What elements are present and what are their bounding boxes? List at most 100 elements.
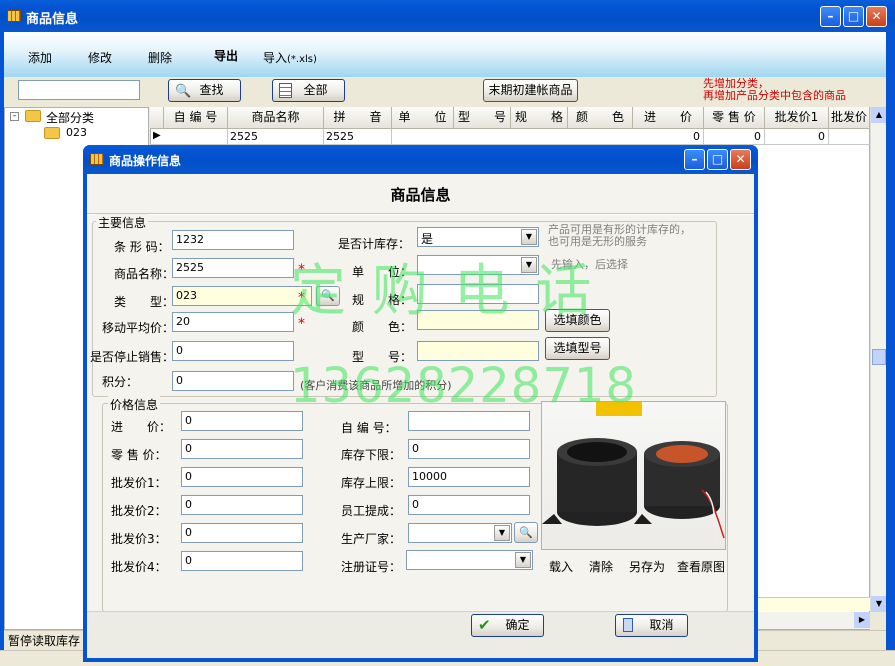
code-field[interactable]	[408, 411, 530, 431]
watermark-line1: 定 购 电 话	[290, 259, 596, 324]
app-grid-icon	[7, 10, 21, 22]
dialog-maximize-button[interactable]: □	[707, 149, 728, 170]
speaker-photo	[542, 402, 725, 545]
grid-cell[interactable]: 2525	[228, 129, 324, 145]
vertical-scrollbar[interactable]: ▲ ▼	[870, 107, 887, 612]
tree-child-label[interactable]: 023	[66, 126, 87, 139]
view-original-link[interactable]: 查看原图	[677, 558, 725, 575]
import-ext: (*.xls)	[287, 54, 317, 65]
purchase-price-label: 进 价：	[111, 420, 172, 434]
wholesale1-field[interactable]: 0	[181, 467, 303, 487]
cancel-button[interactable]: 取消	[615, 614, 688, 637]
grid-header[interactable]: 批发价1	[765, 107, 829, 129]
import-button[interactable]: 导入(*.xls)	[263, 49, 317, 66]
dialog-close-button[interactable]: ✕	[730, 149, 751, 170]
grid-header[interactable]: 单 位	[392, 107, 454, 129]
wholesale3-field[interactable]: 0	[181, 523, 303, 543]
grid-header[interactable]: 零 售 价	[704, 107, 765, 129]
grid-footer-row	[755, 597, 870, 611]
grid-header[interactable]: 批发价	[829, 107, 870, 129]
grid-header[interactable]: 型 号	[454, 107, 511, 129]
name-field[interactable]: 2525	[172, 258, 294, 278]
watermark-line2: 13628228718	[290, 358, 637, 414]
export-button[interactable]: 导出	[214, 47, 238, 64]
folder-icon	[25, 110, 41, 122]
find-button[interactable]: 🔍 查找	[168, 79, 241, 102]
horizontal-scrollbar[interactable]: ▶	[755, 612, 870, 629]
wholesale4-field[interactable]: 0	[181, 551, 303, 571]
code-label: 自 编 号：	[341, 421, 397, 435]
grid-header[interactable]: 规 格	[511, 107, 568, 129]
edit-button[interactable]: 修改	[88, 49, 112, 66]
scroll-right-icon[interactable]: ▶	[854, 612, 870, 628]
tree-expander[interactable]: -	[10, 112, 19, 121]
stock-min-label: 库存下限：	[341, 448, 402, 462]
chevron-down-icon[interactable]: ▼	[515, 552, 531, 568]
commission-field[interactable]: 0	[408, 495, 530, 515]
category-hint-line2: 再增加产品分类中包含的商品	[703, 89, 846, 102]
wholesale2-label: 批发价2：	[111, 504, 167, 518]
main-info-title: 主要信息	[96, 214, 149, 231]
dialog-minimize-button[interactable]: –	[684, 149, 705, 170]
grid-header[interactable]: 拼 音	[324, 107, 392, 129]
dialog-divider	[87, 213, 754, 215]
add-button[interactable]: 添加	[28, 49, 52, 66]
dialog-grid-icon	[90, 153, 104, 165]
main-titlebar: 商品信息 – □ ✕	[0, 0, 895, 32]
maximize-button[interactable]: □	[843, 6, 864, 27]
search-input[interactable]	[18, 80, 140, 100]
retail-price-field[interactable]: 0	[181, 439, 303, 459]
scroll-up-icon[interactable]: ▲	[871, 107, 887, 123]
stock-min-field[interactable]: 0	[408, 439, 530, 459]
registration-label: 注册证号：	[341, 560, 402, 574]
stop-sale-field[interactable]: 0	[172, 341, 294, 361]
wholesale1-label: 批发价1：	[111, 476, 167, 490]
magnifier-plus-icon: 🔍	[519, 526, 533, 539]
grid-header[interactable]: 自 编 号	[164, 107, 228, 129]
grid-cell[interactable]: 0	[633, 129, 704, 145]
stock-max-field[interactable]: 10000	[408, 467, 530, 487]
product-image[interactable]	[541, 401, 726, 550]
grid-header[interactable]: 颜 色	[568, 107, 633, 129]
chevron-down-icon[interactable]: ▼	[521, 229, 537, 245]
dialog-titlebar: 商品操作信息 – □ ✕	[83, 145, 758, 174]
all-button[interactable]: 全部	[272, 79, 345, 102]
uninitialized-goods-button[interactable]: 末期初建帐商品	[483, 79, 578, 102]
commission-label: 员工提成：	[341, 504, 402, 518]
choose-model-button[interactable]: 选填型号	[545, 337, 610, 360]
category-hint: 先增加分类， 再增加产品分类中包含的商品	[703, 78, 846, 102]
purchase-price-field[interactable]: 0	[181, 411, 303, 431]
scroll-thumb[interactable]	[872, 349, 886, 365]
name-label: 商品名称：	[114, 267, 175, 281]
minimize-button[interactable]: –	[820, 6, 841, 27]
clear-image-link[interactable]: 清除	[589, 558, 613, 575]
tree-root-label[interactable]: 全部分类	[46, 109, 94, 126]
all-label: 全部	[303, 83, 328, 97]
chevron-down-icon[interactable]: ▼	[494, 525, 510, 541]
grid-cell[interactable]: 0	[704, 129, 765, 145]
folder-icon	[44, 127, 60, 139]
grid-cell[interactable]	[164, 129, 228, 145]
maker-select[interactable]: ▼	[408, 523, 512, 543]
scroll-down-icon[interactable]: ▼	[871, 596, 887, 612]
grid-cell[interactable]: 0	[765, 129, 829, 145]
stop-sale-label: 是否停止销售：	[90, 350, 175, 364]
dialog-heading: 商品信息	[390, 186, 451, 204]
ok-button[interactable]: ✔ 确定	[471, 614, 544, 637]
wholesale2-field[interactable]: 0	[181, 495, 303, 515]
points-field[interactable]: 0	[172, 371, 294, 391]
maker-lookup-button[interactable]: 🔍	[514, 522, 538, 543]
close-button[interactable]: ✕	[866, 6, 887, 27]
save-image-link[interactable]: 另存为	[629, 558, 665, 575]
load-image-link[interactable]: 载入	[549, 558, 573, 575]
grid-header[interactable]: 进 价	[633, 107, 704, 129]
barcode-field[interactable]: 1232	[172, 230, 294, 250]
status-text: 暂停读取库存	[8, 634, 81, 648]
registration-select[interactable]: ▼	[406, 550, 533, 570]
grid-cell[interactable]: 2525	[324, 129, 392, 145]
avg-price-field[interactable]: 20	[172, 312, 294, 332]
grid-header[interactable]: 商品名称	[228, 107, 324, 129]
price-info-title: 价格信息	[108, 396, 161, 413]
stock-select[interactable]: 是 ▼	[417, 227, 539, 247]
delete-button[interactable]: 删除	[148, 49, 172, 66]
